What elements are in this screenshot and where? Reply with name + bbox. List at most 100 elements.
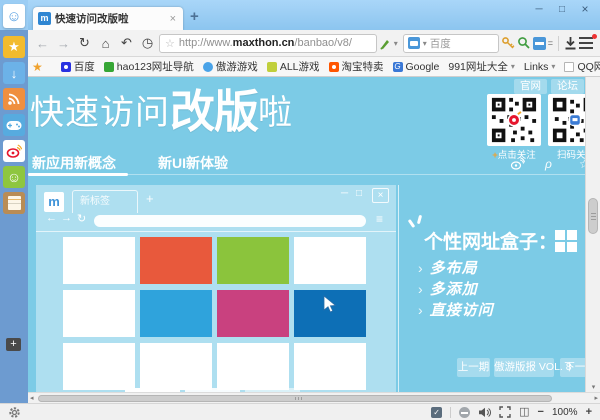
- bookmark-item[interactable]: QQ网址大全: [564, 59, 600, 74]
- quick-access-tile[interactable]: [140, 343, 212, 390]
- previous-issue-button[interactable]: 上一期: [457, 358, 490, 377]
- quick-access-tile[interactable]: [140, 290, 212, 337]
- sidebar-rss-icon[interactable]: [3, 88, 25, 110]
- adblock-icon[interactable]: [459, 407, 470, 418]
- bookmark-item[interactable]: ALL游戏: [267, 59, 320, 74]
- mockup-refresh-icon: ↻: [77, 212, 86, 225]
- bookmark-item[interactable]: 百度: [61, 59, 95, 74]
- speaker-icon[interactable]: [478, 407, 491, 418]
- qzone-share-icon[interactable]: ρ: [545, 157, 552, 171]
- home-icon[interactable]: ⌂: [96, 36, 115, 51]
- sidebar: ☺ ★ ↓ ☺ +: [0, 0, 28, 403]
- settings-gear-icon[interactable]: [8, 406, 21, 419]
- zoom-in-button[interactable]: +: [586, 406, 592, 418]
- vertical-scroll-thumb[interactable]: [588, 198, 598, 234]
- quick-access-tile[interactable]: [294, 237, 366, 284]
- bookmark-folder[interactable]: Links▾: [524, 61, 556, 73]
- quick-access-tile[interactable]: [63, 290, 135, 337]
- zoom-out-button[interactable]: −: [538, 406, 544, 418]
- pen-feather-icon[interactable]: [379, 37, 392, 50]
- browser-mockup: m 新标签 + ─ □ × ← → ↻ ≡: [36, 185, 396, 392]
- tab-new-ui-experience[interactable]: 新UI新体验: [158, 153, 228, 173]
- sidebar-add-button[interactable]: +: [6, 338, 21, 351]
- history-icon[interactable]: ◷: [138, 35, 157, 51]
- sidebar-weibo-icon[interactable]: [3, 140, 25, 162]
- search-box[interactable]: ▾ 百度: [403, 34, 499, 53]
- sidebar-download-icon[interactable]: ↓: [3, 62, 25, 84]
- address-bar[interactable]: ☆ http://www.maxthon.cn/banbao/v8/: [159, 34, 377, 53]
- bookmark-item[interactable]: 淘宝特卖: [329, 59, 384, 74]
- quick-access-tile[interactable]: [294, 343, 366, 390]
- quick-access-tile[interactable]: [217, 290, 289, 337]
- search-engine-icon[interactable]: [408, 37, 420, 49]
- toolbar-more-icon[interactable]: =: [548, 38, 553, 48]
- quick-access-tile[interactable]: [63, 343, 135, 390]
- url-text[interactable]: http://www.maxthon.cn/banbao/v8/: [179, 37, 352, 49]
- magic-fill-key-icon[interactable]: [501, 36, 515, 50]
- refresh-icon[interactable]: ↻: [75, 35, 94, 51]
- bookmark-label: 淘宝特卖: [342, 59, 384, 74]
- scroll-left-arrow-icon[interactable]: ◂: [30, 394, 34, 402]
- feature-item-label: 多布局: [430, 257, 478, 278]
- undo-icon[interactable]: ↶: [117, 35, 136, 51]
- snapshot-icon[interactable]: [533, 37, 546, 50]
- download-icon[interactable]: [564, 36, 577, 50]
- horizontal-scroll-thumb[interactable]: [38, 395, 552, 402]
- tab-new-app-concept[interactable]: 新应用新概念: [32, 153, 116, 173]
- scroll-down-arrow-icon[interactable]: ▾: [586, 383, 600, 391]
- close-button[interactable]: ×: [578, 3, 592, 16]
- taobao-favicon: [329, 62, 339, 72]
- search-placeholder[interactable]: 百度: [430, 36, 451, 51]
- sidebar-games-icon[interactable]: [3, 114, 25, 136]
- sidebar-notes-icon[interactable]: [3, 192, 25, 214]
- split-view-icon[interactable]: ◫: [519, 407, 529, 418]
- zoom-level[interactable]: 100%: [552, 407, 578, 418]
- mockup-back-icon: ←: [46, 212, 57, 224]
- pen-dropdown-icon[interactable]: ▾: [394, 39, 398, 48]
- bookmark-item[interactable]: 傲游游戏: [203, 59, 258, 74]
- bookmark-item[interactable]: hao123网址导航: [104, 59, 194, 74]
- maxthon-games-favicon: [203, 62, 213, 72]
- sidebar-favorites-icon[interactable]: ★: [3, 36, 25, 58]
- hao123-favicon: [104, 62, 114, 72]
- user-avatar[interactable]: ☺: [3, 4, 25, 28]
- vertical-scrollbar[interactable]: ▾: [585, 77, 600, 392]
- maximize-button[interactable]: □: [555, 3, 569, 16]
- quick-access-tile[interactable]: [140, 237, 212, 284]
- bookmark-label: QQ网址大全: [577, 59, 600, 74]
- official-site-link[interactable]: 官网: [514, 79, 547, 94]
- security-icon[interactable]: ✓: [431, 407, 442, 418]
- bookmarks-star-icon[interactable]: ★: [32, 60, 43, 74]
- browser-tab[interactable]: m 快速访问改版啦 ×: [33, 7, 183, 30]
- back-icon[interactable]: ←: [33, 36, 52, 51]
- feature-item-layouts: › 多布局: [418, 257, 478, 278]
- bookmarks-bar: ★ 百度 hao123网址导航 傲游游戏 ALL游戏 淘宝特卖 GGoogle …: [28, 57, 600, 77]
- horizontal-scrollbar[interactable]: ◂ ▸: [28, 392, 600, 403]
- quick-access-tile[interactable]: [63, 237, 135, 284]
- quick-access-tile[interactable]: [217, 237, 289, 284]
- bookmark-item[interactable]: GGoogle: [393, 61, 440, 73]
- feature-title: 个性网址盒子：: [424, 227, 557, 254]
- weibo-share-icon[interactable]: [510, 157, 525, 171]
- quick-access-tile[interactable]: [217, 343, 289, 390]
- fullscreen-icon[interactable]: [499, 406, 511, 418]
- mockup-close-icon: ×: [372, 188, 389, 203]
- bookmark-label: Links: [524, 61, 549, 73]
- minimize-button[interactable]: ─: [532, 3, 546, 16]
- favorite-star-icon[interactable]: ☆: [165, 37, 175, 50]
- main-menu-icon[interactable]: [579, 37, 595, 49]
- new-tab-button[interactable]: +: [190, 8, 199, 25]
- search-engine-dropdown-icon[interactable]: ▾: [423, 39, 427, 48]
- scroll-right-arrow-icon[interactable]: ▸: [594, 394, 598, 402]
- all-games-favicon: [267, 62, 277, 72]
- forum-link[interactable]: 论坛: [551, 79, 584, 94]
- sidebar-emoji-icon[interactable]: ☺: [3, 166, 25, 188]
- mouse-cursor-icon: [322, 295, 337, 314]
- forward-icon[interactable]: →: [54, 36, 73, 51]
- mockup-new-tab-icon: +: [146, 191, 154, 206]
- bookmark-folder[interactable]: 991网址大全▾: [448, 59, 515, 74]
- tab-close-icon[interactable]: ×: [168, 13, 178, 25]
- mockup-forward-icon: →: [61, 212, 72, 224]
- statusbar-separator: [450, 407, 451, 418]
- resource-sniffer-icon[interactable]: [517, 36, 531, 50]
